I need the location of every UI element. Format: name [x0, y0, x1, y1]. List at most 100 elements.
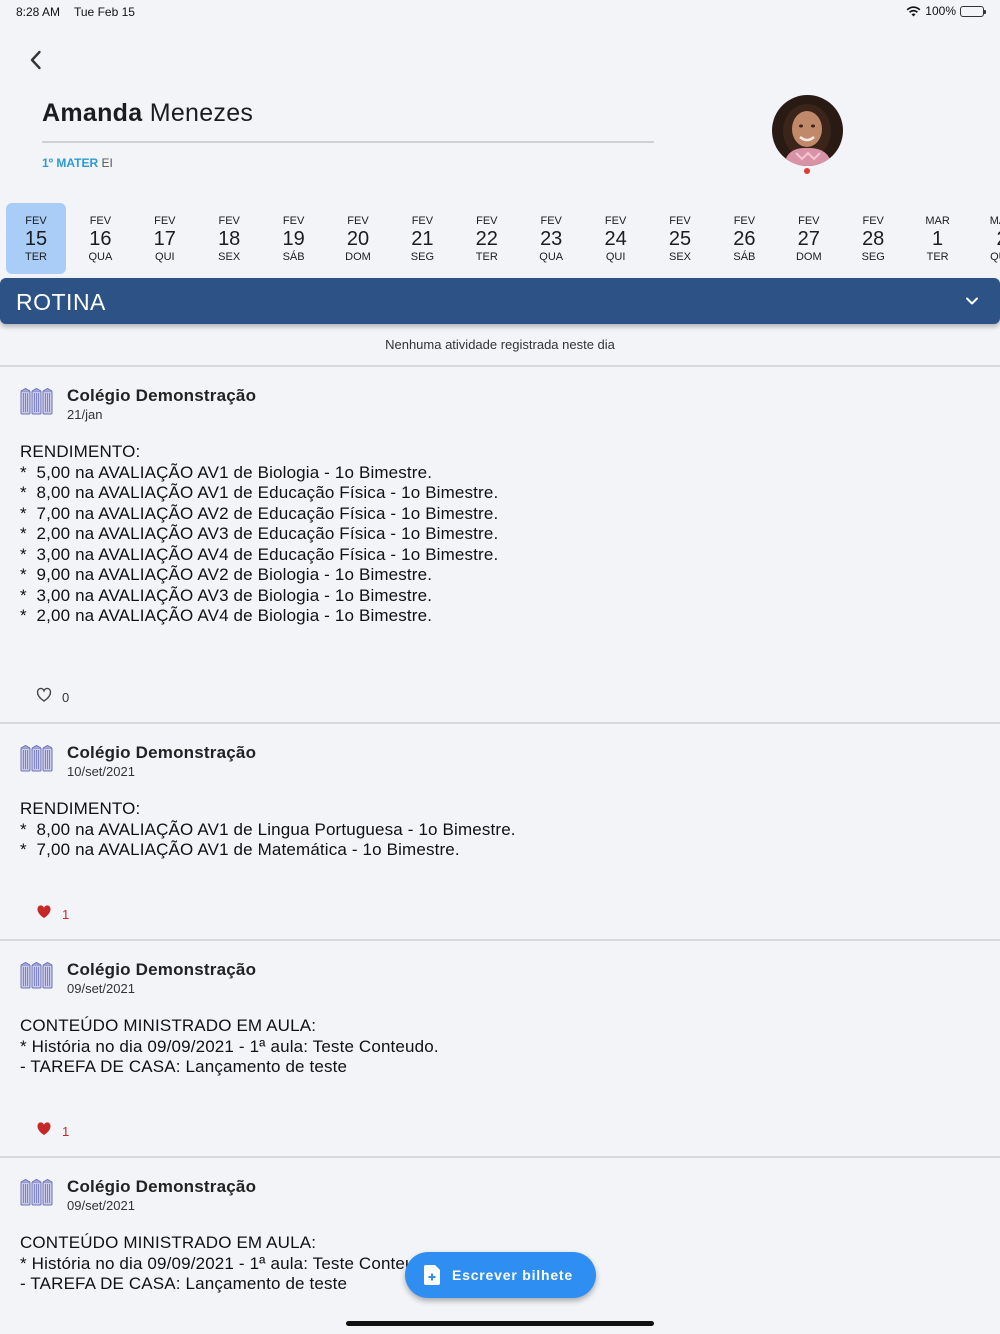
like-count: 0 — [62, 689, 70, 705]
write-note-label: Escrever bilhete — [452, 1267, 573, 1283]
post-body: CONTEÚDO MINISTRADO EM AULA: * História … — [20, 1233, 439, 1293]
date-item[interactable]: FEV 19 SÁB — [264, 203, 324, 274]
post-school-name: Colégio Demonstração — [67, 386, 257, 405]
date-month: FEV — [604, 215, 627, 227]
post-date: 21/jan — [67, 407, 103, 422]
date-item[interactable]: FEV 15 TER — [6, 203, 66, 274]
date-day: 21 — [411, 228, 434, 250]
post-date: 09/set/2021 — [67, 1198, 135, 1213]
date-weekday: QUI — [155, 251, 175, 263]
battery-icon — [960, 5, 986, 17]
date-month: MAR — [989, 215, 1000, 227]
date-item[interactable]: FEV 17 QUI — [135, 203, 195, 274]
date-item[interactable]: FEV 20 DOM — [328, 203, 388, 274]
student-last-name: Menezes — [149, 99, 254, 127]
home-indicator[interactable] — [346, 1321, 654, 1326]
post-date: 09/set/2021 — [67, 981, 135, 996]
school-logo-icon — [20, 961, 54, 990]
like-count: 1 — [62, 906, 70, 922]
date-month: FEV — [476, 215, 498, 227]
date-day: 16 — [89, 228, 112, 250]
student-first-name: Amanda — [42, 99, 143, 127]
date-item[interactable]: FEV 27 DOM — [779, 203, 839, 274]
date-day: 20 — [346, 228, 370, 250]
school-logo-icon — [20, 744, 54, 773]
heart-filled-icon — [36, 1121, 52, 1141]
student-avatar[interactable] — [772, 95, 843, 166]
date-weekday: QUI — [605, 251, 626, 263]
date-item[interactable]: FEV 21 SEG — [392, 203, 452, 274]
date-weekday: SEX — [668, 251, 691, 263]
date-weekday: DOM — [345, 251, 371, 263]
date-month: FEV — [282, 215, 305, 227]
date-day: 26 — [733, 228, 756, 250]
like-button[interactable]: 1 — [36, 1121, 69, 1141]
status-dot — [804, 168, 810, 174]
divider — [0, 365, 1000, 367]
like-count: 1 — [62, 1123, 70, 1139]
date-month: FEV — [733, 215, 756, 227]
date-weekday: QUA — [539, 251, 564, 263]
date-weekday: TER — [25, 251, 47, 263]
date-weekday: SEG — [861, 251, 885, 263]
date-day: 22 — [475, 228, 498, 250]
like-button[interactable]: 0 — [36, 687, 69, 707]
heart-outline-icon — [36, 687, 52, 707]
school-logo-icon — [20, 1178, 54, 1207]
date-day: 17 — [153, 228, 176, 250]
date-month: FEV — [540, 215, 562, 227]
status-date: Tue Feb 15 — [74, 5, 135, 19]
date-day: 18 — [218, 228, 241, 250]
date-weekday: SEX — [218, 251, 241, 263]
heart-filled-icon — [36, 904, 52, 924]
date-month: FEV — [89, 215, 112, 227]
divider — [0, 1156, 1000, 1158]
student-name: Amanda Menezes — [42, 99, 253, 128]
class-line: 1º MATER EI — [42, 156, 113, 170]
date-item[interactable]: FEV 28 SEG — [843, 203, 903, 274]
date-month: FEV — [798, 215, 820, 227]
date-weekday: QUA — [88, 251, 113, 263]
post-date: 10/set/2021 — [67, 764, 135, 779]
post-body: CONTEÚDO MINISTRADO EM AULA: * História … — [20, 1016, 439, 1076]
date-item[interactable]: MAR 1 TER — [908, 203, 968, 274]
write-note-button[interactable]: Escrever bilhete — [405, 1252, 596, 1298]
empty-routine-message: Nenhuma atividade registrada neste dia — [385, 337, 615, 352]
status-right: 100% — [906, 4, 986, 18]
chevron-down-icon[interactable] — [964, 293, 980, 309]
date-month: FEV — [669, 215, 691, 227]
date-weekday: QUA — [990, 251, 1000, 263]
date-day: 24 — [604, 228, 627, 250]
date-day: 27 — [797, 228, 820, 250]
like-button[interactable]: 1 — [36, 904, 69, 924]
date-month: FEV — [25, 215, 47, 227]
post-school-name: Colégio Demonstração — [67, 743, 257, 762]
date-weekday: TER — [926, 251, 949, 263]
date-day: 2 — [972, 228, 1000, 250]
date-item[interactable]: FEV 25 SEX — [650, 203, 710, 274]
date-item[interactable]: FEV 26 SÁB — [714, 203, 774, 274]
class-name: 1º MATER — [42, 156, 99, 170]
back-arrow-icon[interactable] — [24, 48, 48, 72]
post-school-name: Colégio Demonstração — [67, 1177, 257, 1196]
routine-header[interactable]: ROTINA — [0, 278, 1000, 324]
date-weekday: DOM — [795, 251, 822, 263]
date-item[interactable]: MAR2QUA — [972, 203, 1000, 274]
date-item[interactable]: FEV 16 QUA — [70, 203, 130, 274]
date-strip[interactable]: FEV 15 TER FEV 16 QUA FEV 17 QUI FEV 18 SEX FEV 19 SÁB… — [0, 200, 1000, 276]
date-month: FEV — [154, 215, 176, 227]
date-item[interactable]: FEV 22 TER — [457, 203, 517, 274]
date-day: 19 — [282, 228, 305, 250]
date-day: 28 — [862, 228, 885, 250]
date-day: 25 — [668, 228, 692, 250]
date-weekday: SÁB — [733, 251, 756, 263]
date-item[interactable]: FEV 24 QUI — [586, 203, 646, 274]
date-item[interactable]: FEV 18 SEX — [199, 203, 259, 274]
avatar-photo — [772, 95, 843, 166]
date-month: FEV — [218, 215, 240, 227]
post-body: RENDIMENTO: * 5,00 na AVALIAÇÃO AV1 de B… — [20, 442, 499, 625]
date-month: FEV — [862, 215, 884, 227]
date-item[interactable]: FEV 23 QUA — [521, 203, 581, 274]
date-day: 1 — [932, 228, 944, 250]
note-add-icon — [424, 1265, 440, 1285]
